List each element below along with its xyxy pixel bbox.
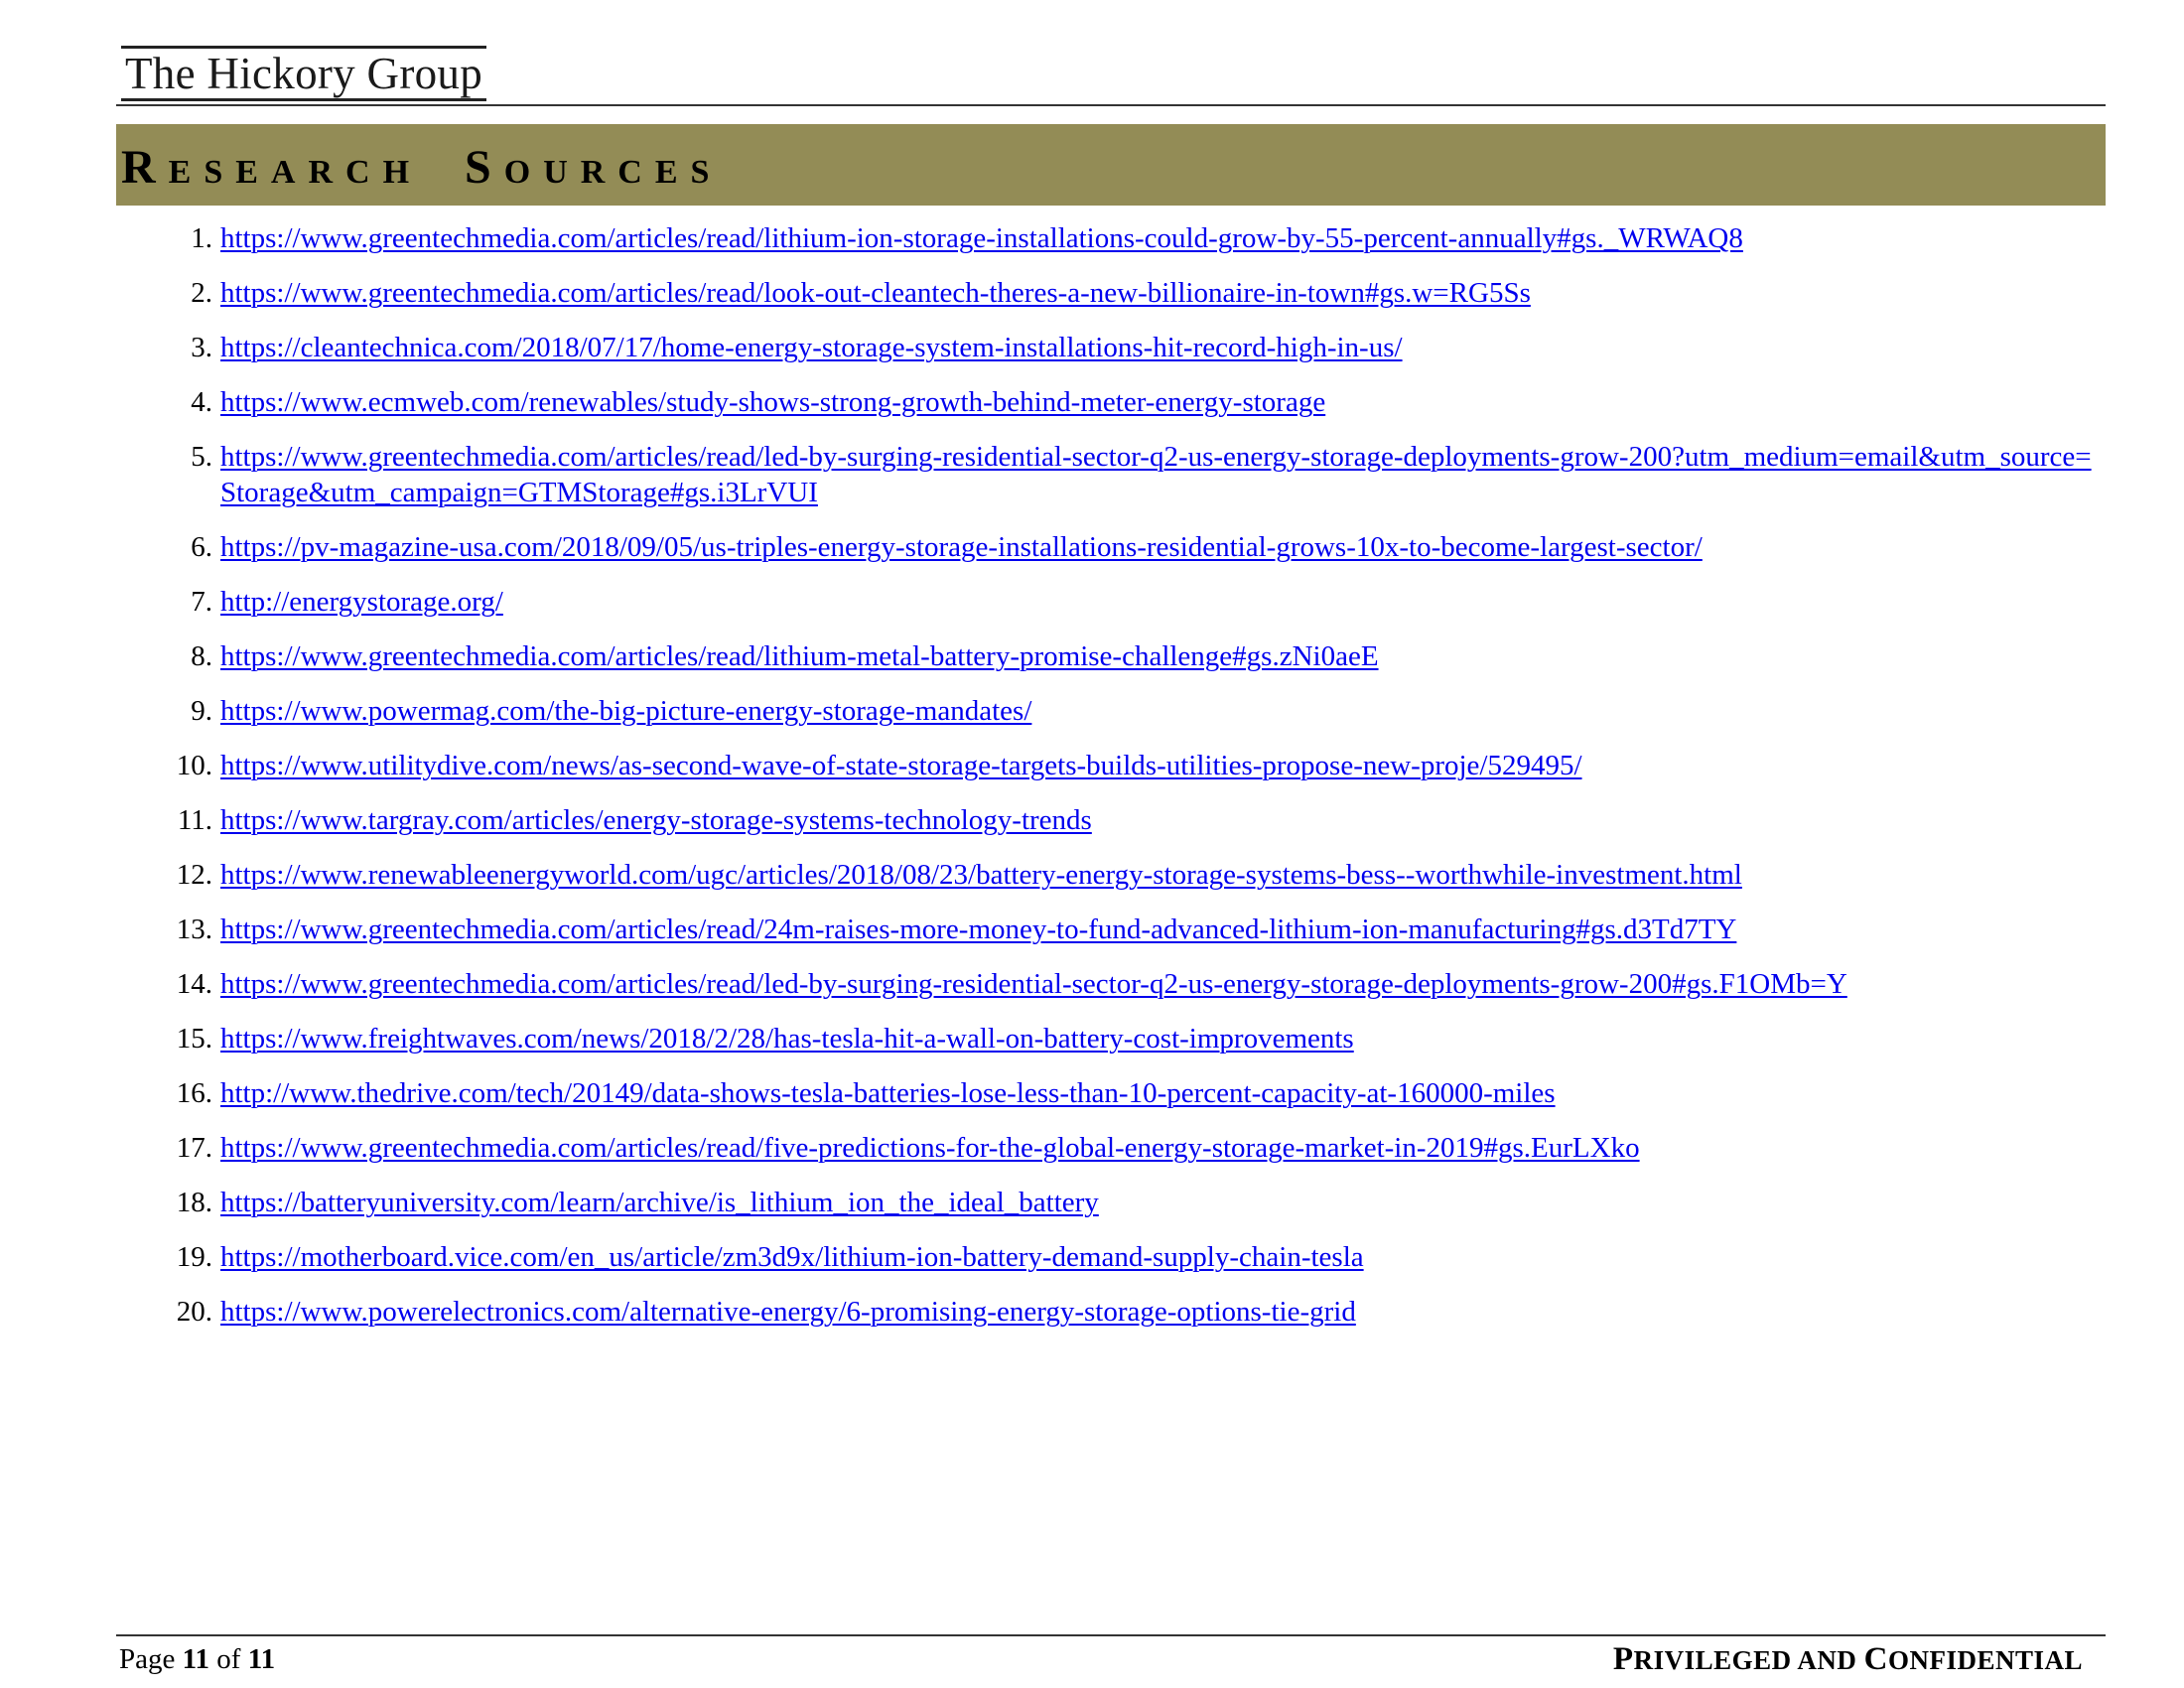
source-number: 8. xyxy=(191,640,212,672)
source-link[interactable]: https://www.greentechmedia.com/articles/… xyxy=(220,914,1736,945)
source-number: 3. xyxy=(191,332,212,363)
source-item: 6. https://pv-magazine-usa.com/2018/09/05… xyxy=(159,529,2105,565)
source-number: 12. xyxy=(176,859,212,891)
source-item: 11. https://www.targray.com/articles/ener… xyxy=(159,802,2105,838)
source-link[interactable]: https://cleantechnica.com/2018/07/17/hom… xyxy=(220,332,1403,363)
source-link[interactable]: https://www.greentechmedia.com/articles/… xyxy=(220,277,1531,309)
source-item: 8. https://www.greentechmedia.com/article… xyxy=(159,638,2105,674)
notice-word: ONFIDENTIAL xyxy=(1887,1645,2083,1675)
source-number: 13. xyxy=(176,914,212,945)
source-number: 7. xyxy=(191,586,212,618)
source-number: 9. xyxy=(191,695,212,727)
source-item: 17. https://www.greentechmedia.com/articl… xyxy=(159,1130,2105,1166)
source-item: 19. https://motherboard.vice.com/en_us/ar… xyxy=(159,1239,2105,1275)
source-link[interactable]: http://www.thedrive.com/tech/20149/data-… xyxy=(220,1077,1556,1109)
source-item: 13. https://www.greentechmedia.com/articl… xyxy=(159,912,2105,947)
notice-word: RIVILEGED AND xyxy=(1633,1645,1857,1675)
source-item: 4. https://www.ecmweb.com/renewables/stud… xyxy=(159,384,2105,420)
page-total: 11 xyxy=(247,1643,276,1675)
source-item: 10. https://www.utilitydive.com/news/as-s… xyxy=(159,748,2105,783)
page-of: of xyxy=(216,1643,241,1675)
source-link[interactable]: https://www.renewableenergyworld.com/ugc… xyxy=(220,859,1742,891)
source-item: 2. https://www.greentechmedia.com/article… xyxy=(159,275,2105,311)
source-link[interactable]: https://www.utilitydive.com/news/as-seco… xyxy=(220,750,1582,781)
notice-initial: P xyxy=(1612,1641,1634,1677)
source-number: 4. xyxy=(191,386,212,418)
source-link[interactable]: https://www.powerelectronics.com/alterna… xyxy=(220,1296,1356,1328)
sources-list: 1. https://www.greentechmedia.com/article… xyxy=(159,220,2105,1348)
source-item: 5. https://www.greentechmedia.com/article… xyxy=(159,439,2105,510)
section-title-word: OURCES xyxy=(503,154,723,191)
source-number: 20. xyxy=(176,1296,212,1328)
source-item: 7. http://energystorage.org/ xyxy=(159,584,2105,620)
source-link[interactable]: https://www.targray.com/articles/energy-… xyxy=(220,804,1092,836)
source-number: 2. xyxy=(191,277,212,309)
section-banner: RESEARCH SOURCES xyxy=(116,124,2106,206)
source-number: 10. xyxy=(176,750,212,781)
source-number: 11. xyxy=(177,804,212,836)
section-title: RESEARCH SOURCES xyxy=(121,124,722,206)
source-link[interactable]: https://www.greentechmedia.com/articles/… xyxy=(220,640,1379,672)
source-number: 1. xyxy=(191,222,212,254)
section-title-word: ESEARCH xyxy=(168,154,423,191)
source-item: 3. https://cleantechnica.com/2018/07/17/h… xyxy=(159,330,2105,365)
header-divider xyxy=(116,104,2106,106)
section-title-initial: R xyxy=(121,141,169,194)
source-link[interactable]: https://pv-magazine-usa.com/2018/09/05/u… xyxy=(220,531,1703,563)
source-link[interactable]: https://www.greentechmedia.com/articles/… xyxy=(220,441,2092,508)
source-link[interactable]: http://energystorage.org/ xyxy=(220,586,503,618)
source-item: 15. https://www.freightwaves.com/news/201… xyxy=(159,1021,2105,1056)
source-link[interactable]: https://www.greentechmedia.com/articles/… xyxy=(220,968,1847,1000)
source-number: 14. xyxy=(176,968,212,1000)
source-link[interactable]: https://batteryuniversity.com/learn/arch… xyxy=(220,1187,1099,1218)
source-number: 16. xyxy=(176,1077,212,1109)
source-item: 14. https://www.greentechmedia.com/articl… xyxy=(159,966,2105,1002)
section-title-initial: S xyxy=(465,141,504,194)
footer-divider xyxy=(116,1634,2106,1636)
notice-initial: C xyxy=(1863,1641,1888,1677)
source-link[interactable]: https://www.powermag.com/the-big-picture… xyxy=(220,695,1031,727)
source-item: 20. https://www.powerelectronics.com/alte… xyxy=(159,1294,2105,1330)
page-label: Page xyxy=(119,1643,176,1675)
source-item: 16. http://www.thedrive.com/tech/20149/da… xyxy=(159,1075,2105,1111)
source-item: 12. https://www.renewableenergyworld.com/… xyxy=(159,857,2105,893)
source-number: 5. xyxy=(191,441,212,473)
source-item: 18. https://batteryuniversity.com/learn/a… xyxy=(159,1185,2105,1220)
source-number: 19. xyxy=(176,1241,212,1273)
source-number: 15. xyxy=(176,1023,212,1055)
page-number: Page 11 of 11 xyxy=(119,1641,275,1677)
source-number: 6. xyxy=(191,531,212,563)
source-link[interactable]: https://www.ecmweb.com/renewables/study-… xyxy=(220,386,1325,418)
source-number: 18. xyxy=(176,1187,212,1218)
source-link[interactable]: https://www.greentechmedia.com/articles/… xyxy=(220,1132,1640,1164)
confidentiality-notice: PRIVILEGED AND CONFIDENTIAL xyxy=(1613,1641,2083,1678)
source-item: 9. https://www.powermag.com/the-big-pictu… xyxy=(159,693,2105,729)
source-item: 1. https://www.greentechmedia.com/article… xyxy=(159,220,2105,256)
source-link[interactable]: https://www.freightwaves.com/news/2018/2… xyxy=(220,1023,1354,1055)
page-current: 11 xyxy=(182,1643,210,1675)
source-link[interactable]: https://motherboard.vice.com/en_us/artic… xyxy=(220,1241,1364,1273)
source-number: 17. xyxy=(176,1132,212,1164)
source-link[interactable]: https://www.greentechmedia.com/articles/… xyxy=(220,222,1743,254)
company-logo: The Hickory Group xyxy=(121,46,487,101)
